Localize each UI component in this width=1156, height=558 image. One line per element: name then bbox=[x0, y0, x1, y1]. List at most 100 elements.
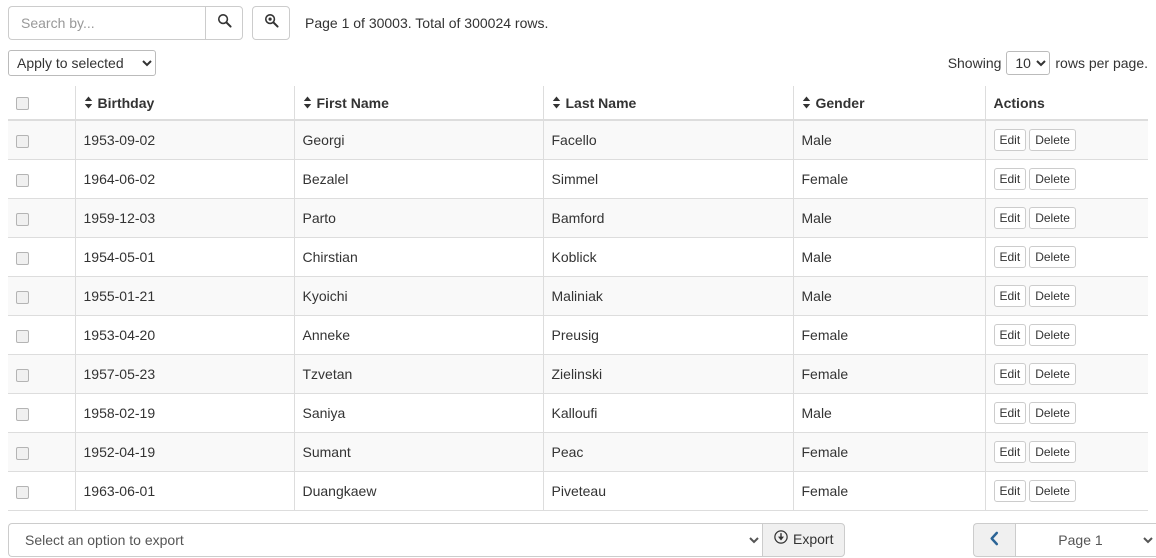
top-toolbar: Page 1 of 30003. Total of 300024 rows. bbox=[0, 0, 1156, 40]
edit-button[interactable]: Edit bbox=[993, 480, 1027, 502]
row-checkbox[interactable] bbox=[16, 212, 29, 226]
edit-button[interactable]: Edit bbox=[993, 129, 1027, 151]
edit-button[interactable]: Edit bbox=[993, 402, 1027, 424]
table-body: 1953-09-02 Georgi Facello Male Edit Delete 196… bbox=[8, 119, 1148, 511]
cell-last-name: Preusig bbox=[542, 315, 793, 355]
cell-first-name: Georgi bbox=[293, 119, 543, 160]
cell-first-name: Parto bbox=[293, 198, 543, 238]
edit-button[interactable]: Edit bbox=[993, 285, 1027, 307]
cell-last-name: Zielinski bbox=[542, 354, 793, 394]
select-all-checkbox[interactable] bbox=[16, 97, 29, 111]
table-row: 1958-02-19 Saniya Kalloufi Male Edit Delete bbox=[8, 393, 1148, 433]
page-info-text: Page 1 of 30003. Total of 300024 rows. bbox=[305, 15, 549, 31]
showing-prefix-label: Showing bbox=[947, 55, 1002, 71]
sort-icon[interactable] bbox=[552, 96, 561, 109]
row-checkbox[interactable] bbox=[16, 251, 29, 265]
edit-button[interactable]: Edit bbox=[993, 324, 1027, 346]
row-checkbox[interactable] bbox=[16, 329, 29, 343]
table-row: 1957-05-23 Tzvetan Zielinski Female Edit Dele… bbox=[8, 354, 1148, 394]
cell-actions: Edit Delete bbox=[984, 393, 1148, 433]
cell-first-name: Tzvetan bbox=[293, 354, 543, 394]
row-select-cell bbox=[8, 119, 75, 160]
search-button[interactable] bbox=[205, 6, 243, 40]
delete-button[interactable]: Delete bbox=[1029, 207, 1076, 229]
cell-last-name: Koblick bbox=[542, 237, 793, 277]
edit-button[interactable]: Edit bbox=[993, 441, 1027, 463]
row-select-cell bbox=[8, 315, 75, 355]
magnifier-icon bbox=[217, 13, 232, 34]
delete-button[interactable]: Delete bbox=[1029, 441, 1076, 463]
column-header-first-name[interactable]: First Name bbox=[293, 86, 543, 121]
export-group: Select an option to export Export bbox=[8, 523, 846, 557]
table-row: 1959-12-03 Parto Bamford Male Edit Delete bbox=[8, 198, 1148, 238]
column-header-last-name[interactable]: Last Name bbox=[542, 86, 793, 121]
sub-toolbar: Apply to selected Showing 10 rows per pa… bbox=[0, 40, 1156, 78]
cell-gender: Male bbox=[792, 276, 985, 316]
delete-button[interactable]: Delete bbox=[1029, 363, 1076, 385]
page-select[interactable]: Page 1 bbox=[1015, 523, 1156, 557]
row-checkbox[interactable] bbox=[16, 290, 29, 304]
cell-last-name: Bamford bbox=[542, 198, 793, 238]
delete-button[interactable]: Delete bbox=[1029, 480, 1076, 502]
row-select-cell bbox=[8, 237, 75, 277]
cell-gender: Female bbox=[792, 159, 985, 199]
column-header-last-name-label: Last Name bbox=[565, 94, 637, 111]
delete-button[interactable]: Delete bbox=[1029, 402, 1076, 424]
edit-button[interactable]: Edit bbox=[993, 363, 1027, 385]
cell-first-name: Kyoichi bbox=[293, 276, 543, 316]
download-circle-icon bbox=[774, 530, 788, 550]
edit-button[interactable]: Edit bbox=[993, 168, 1027, 190]
row-checkbox[interactable] bbox=[16, 134, 29, 148]
edit-button[interactable]: Edit bbox=[993, 207, 1027, 229]
advanced-search-button[interactable] bbox=[252, 6, 290, 40]
search-input[interactable] bbox=[8, 6, 205, 40]
cell-birthday: 1964-06-02 bbox=[74, 159, 294, 199]
magnifier-plus-icon bbox=[264, 13, 279, 34]
delete-button[interactable]: Delete bbox=[1029, 285, 1076, 307]
previous-page-button[interactable] bbox=[973, 523, 1016, 557]
sort-icon[interactable] bbox=[303, 96, 312, 109]
edit-button[interactable]: Edit bbox=[993, 246, 1027, 268]
apply-to-selected-select[interactable]: Apply to selected bbox=[8, 50, 156, 76]
table-row: 1953-09-02 Georgi Facello Male Edit Delete bbox=[8, 119, 1148, 160]
row-checkbox[interactable] bbox=[16, 485, 29, 499]
row-checkbox[interactable] bbox=[16, 173, 29, 187]
column-header-gender[interactable]: Gender bbox=[792, 86, 985, 121]
rows-per-page-group: Showing 10 rows per page. bbox=[948, 51, 1148, 75]
cell-actions: Edit Delete bbox=[984, 159, 1148, 199]
select-all-header bbox=[8, 86, 75, 121]
delete-button[interactable]: Delete bbox=[1029, 324, 1076, 346]
cell-actions: Edit Delete bbox=[984, 471, 1148, 511]
sort-icon[interactable] bbox=[802, 96, 811, 109]
cell-first-name: Bezalel bbox=[293, 159, 543, 199]
employees-table: Birthday First Name Last Name Gender Act… bbox=[8, 86, 1148, 511]
cell-first-name: Duangkaew bbox=[293, 471, 543, 511]
delete-button[interactable]: Delete bbox=[1029, 246, 1076, 268]
cell-gender: Male bbox=[792, 198, 985, 238]
cell-birthday: 1953-09-02 bbox=[74, 119, 294, 160]
column-header-birthday[interactable]: Birthday bbox=[74, 86, 294, 121]
sort-icon[interactable] bbox=[84, 96, 93, 109]
column-header-gender-label: Gender bbox=[815, 94, 865, 111]
table-row: 1952-04-19 Sumant Peac Female Edit Delete bbox=[8, 432, 1148, 472]
row-checkbox[interactable] bbox=[16, 446, 29, 460]
delete-button[interactable]: Delete bbox=[1029, 168, 1076, 190]
table-header: Birthday First Name Last Name Gender Act… bbox=[8, 86, 1148, 121]
cell-gender: Female bbox=[792, 471, 985, 511]
cell-gender: Male bbox=[792, 393, 985, 433]
cell-birthday: 1953-04-20 bbox=[74, 315, 294, 355]
cell-actions: Edit Delete bbox=[984, 276, 1148, 316]
cell-actions: Edit Delete bbox=[984, 315, 1148, 355]
cell-gender: Male bbox=[792, 119, 985, 160]
delete-button[interactable]: Delete bbox=[1029, 129, 1076, 151]
export-option-select[interactable]: Select an option to export bbox=[8, 523, 762, 557]
export-button[interactable]: Export bbox=[762, 523, 846, 557]
row-checkbox[interactable] bbox=[16, 407, 29, 421]
cell-actions: Edit Delete bbox=[984, 432, 1148, 472]
cell-gender: Male bbox=[792, 237, 985, 277]
cell-birthday: 1958-02-19 bbox=[74, 393, 294, 433]
cell-birthday: 1957-05-23 bbox=[74, 354, 294, 394]
row-checkbox[interactable] bbox=[16, 368, 29, 382]
rows-per-page-select[interactable]: 10 bbox=[1006, 51, 1051, 75]
column-header-first-name-label: First Name bbox=[316, 94, 389, 111]
